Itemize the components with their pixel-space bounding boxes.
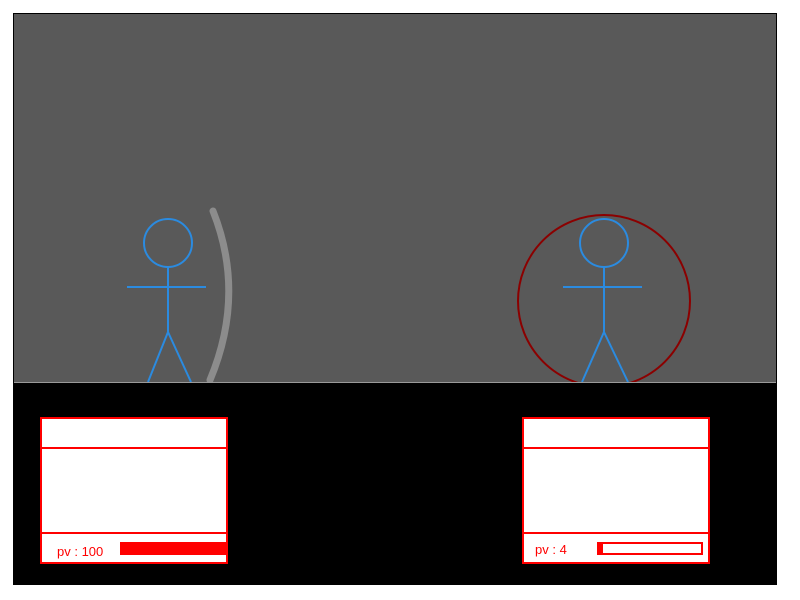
enemy-head (579, 218, 629, 268)
enemy-pv-label: pv : 4 (535, 542, 567, 557)
enemy-panel-body (524, 449, 708, 534)
enemy-hp-fill (599, 544, 604, 553)
player-panel-header (42, 419, 226, 449)
player-stickman (127, 218, 206, 382)
enemy-right-leg (603, 331, 629, 382)
player-hp-bar (120, 542, 226, 555)
enemy-panel: pv : 4 (522, 417, 710, 564)
player-hp-fill (122, 544, 224, 553)
player-head (143, 218, 193, 268)
enemy-left-leg (581, 331, 605, 382)
player-left-leg (147, 331, 169, 382)
player-right-leg (167, 331, 192, 382)
player-pv-label: pv : 100 (57, 544, 104, 559)
arena (14, 14, 776, 383)
player-panel: pv : 100 (40, 417, 228, 564)
player-panel-body (42, 449, 226, 534)
enemy-hp-bar (597, 542, 703, 555)
enemy-panel-header (524, 419, 708, 449)
player-status: pv : 100 (42, 534, 226, 562)
bow-icon (206, 207, 233, 382)
enemy-status: pv : 4 (524, 534, 708, 562)
game-canvas[interactable]: pv : 100 pv : 4 (13, 13, 777, 585)
arena-scene (127, 207, 691, 382)
enemy-stickman (563, 218, 642, 382)
